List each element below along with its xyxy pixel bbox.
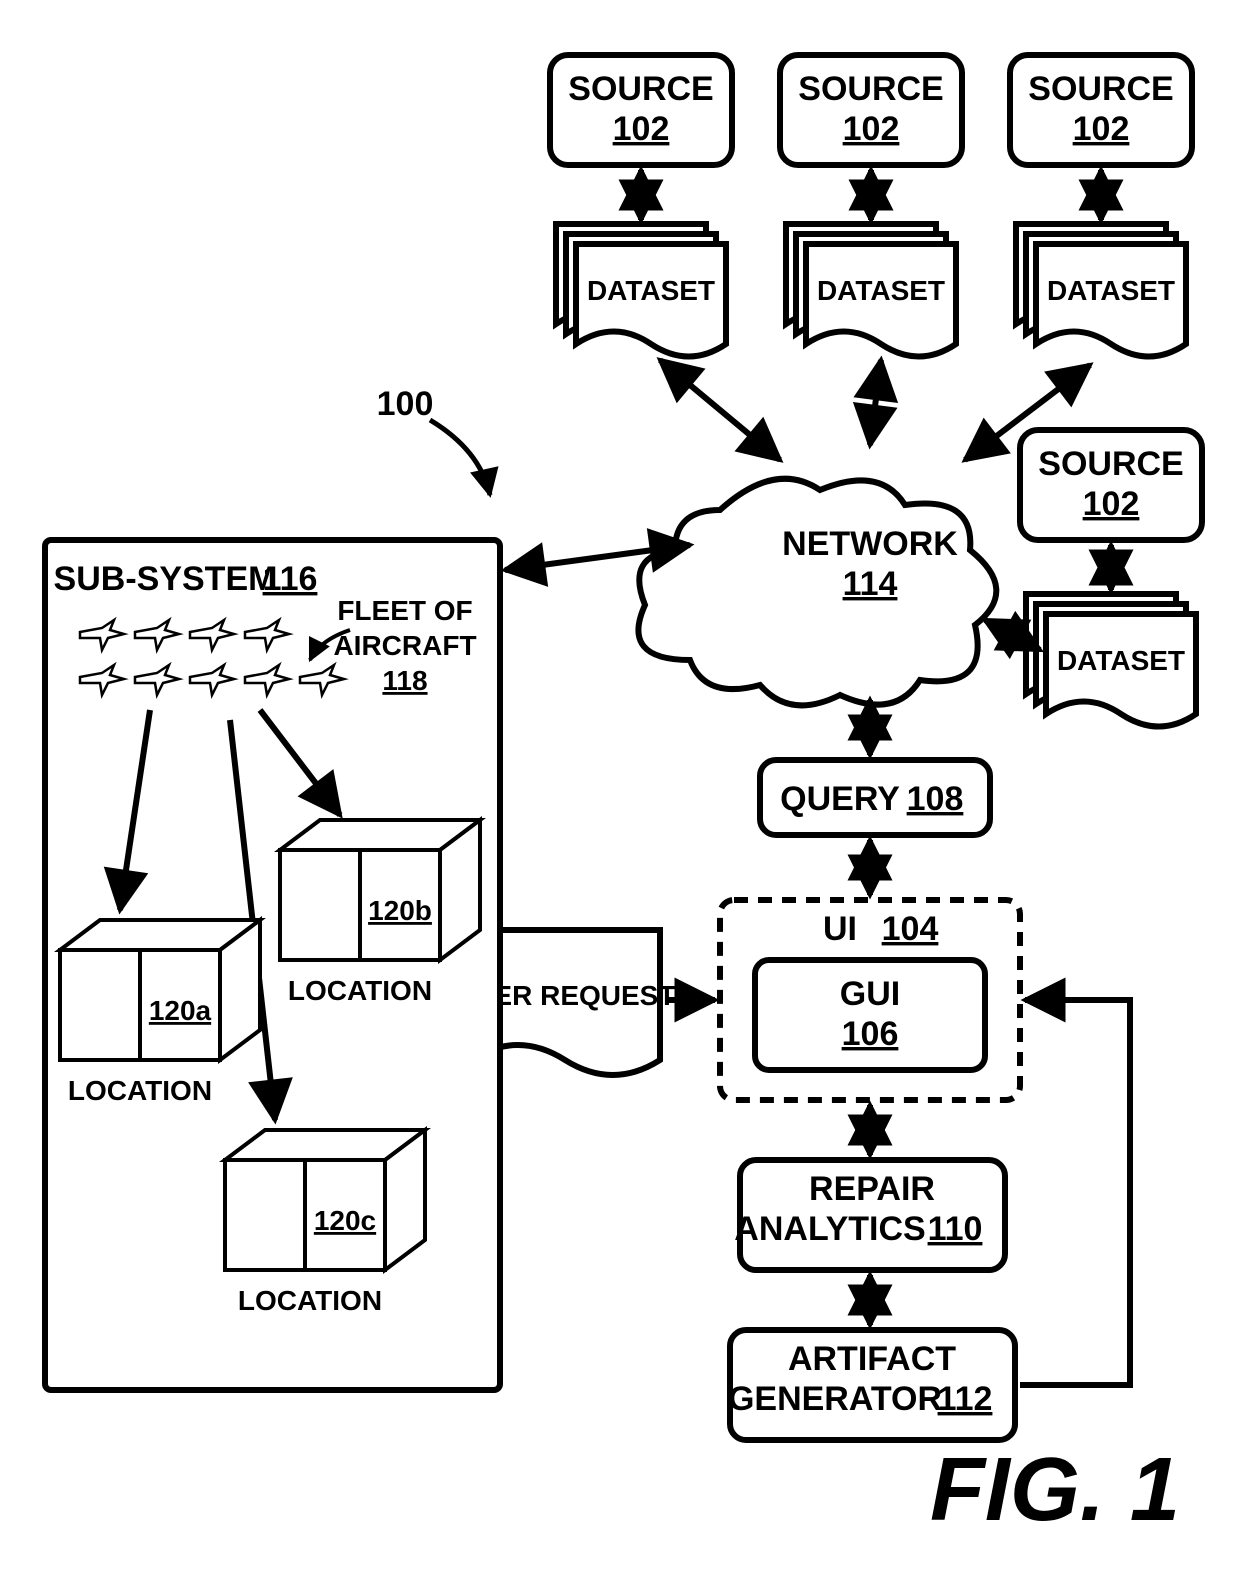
dataset-label: DATASET: [1047, 275, 1175, 306]
location-label: LOCATION: [288, 975, 432, 1006]
source-label: SOURCE: [568, 70, 713, 108]
location-ref: 120a: [149, 995, 212, 1026]
dataset-stack-2: DATASET: [786, 224, 956, 357]
source-ref: 102: [1083, 485, 1140, 523]
subsystem-label: SUB-SYSTEM: [54, 560, 277, 598]
dataset-stack-1: DATASET: [556, 224, 726, 357]
source-ref: 102: [843, 110, 900, 148]
dataset-label: DATASET: [1057, 645, 1185, 676]
query-box: QUERY 108: [760, 760, 990, 835]
source-box-1: SOURCE 102: [550, 55, 732, 165]
source-label: SOURCE: [1028, 70, 1173, 108]
dataset-label: DATASET: [817, 275, 945, 306]
ui-box: UI 104 GUI 106: [720, 900, 1020, 1100]
query-ref: 108: [907, 780, 964, 818]
network-label: NETWORK: [782, 525, 958, 563]
query-label: QUERY: [780, 780, 900, 818]
fleet-ref: 118: [382, 665, 427, 696]
subsystem-ref: 116: [263, 560, 318, 598]
artifact-label2: GENERATOR: [728, 1380, 942, 1418]
artifact-generator-box: ARTIFACT GENERATOR 112: [728, 1330, 1015, 1440]
location-ref: 120c: [314, 1205, 376, 1236]
fleet-label2: AIRCRAFT: [333, 630, 476, 661]
source-box-3: SOURCE 102: [1010, 55, 1192, 165]
location-label: LOCATION: [68, 1075, 212, 1106]
source-ref: 102: [613, 110, 670, 148]
dataset-stack-3: DATASET: [1016, 224, 1186, 357]
repair-label1: REPAIR: [809, 1170, 935, 1208]
source-ref: 102: [1073, 110, 1130, 148]
figure-ref-number: 100: [377, 385, 434, 423]
location-ref: 120b: [368, 895, 432, 926]
network-ref: 114: [843, 565, 898, 603]
artifact-ref: 112: [938, 1380, 993, 1418]
network-cloud: NETWORK 114: [638, 479, 996, 706]
figure-label: FIG. 1: [930, 1440, 1180, 1540]
repair-ref: 110: [928, 1210, 983, 1248]
source-label: SOURCE: [1038, 445, 1183, 483]
gui-ref: 106: [842, 1015, 899, 1053]
dataset-label: DATASET: [587, 275, 715, 306]
source-label: SOURCE: [798, 70, 943, 108]
gui-label: GUI: [840, 975, 900, 1013]
ui-label: UI: [823, 910, 857, 948]
source-box-4: SOURCE 102: [1020, 430, 1202, 540]
artifact-label1: ARTIFACT: [788, 1340, 956, 1378]
fleet-label1: FLEET OF: [337, 595, 472, 626]
location-label: LOCATION: [238, 1285, 382, 1316]
ui-ref: 104: [882, 910, 939, 948]
source-box-2: SOURCE 102: [780, 55, 962, 165]
repair-analytics-box: REPAIR ANALYTICS 110: [734, 1160, 1005, 1270]
repair-label2: ANALYTICS: [734, 1210, 925, 1248]
dataset-stack-4: DATASET: [1026, 594, 1196, 727]
